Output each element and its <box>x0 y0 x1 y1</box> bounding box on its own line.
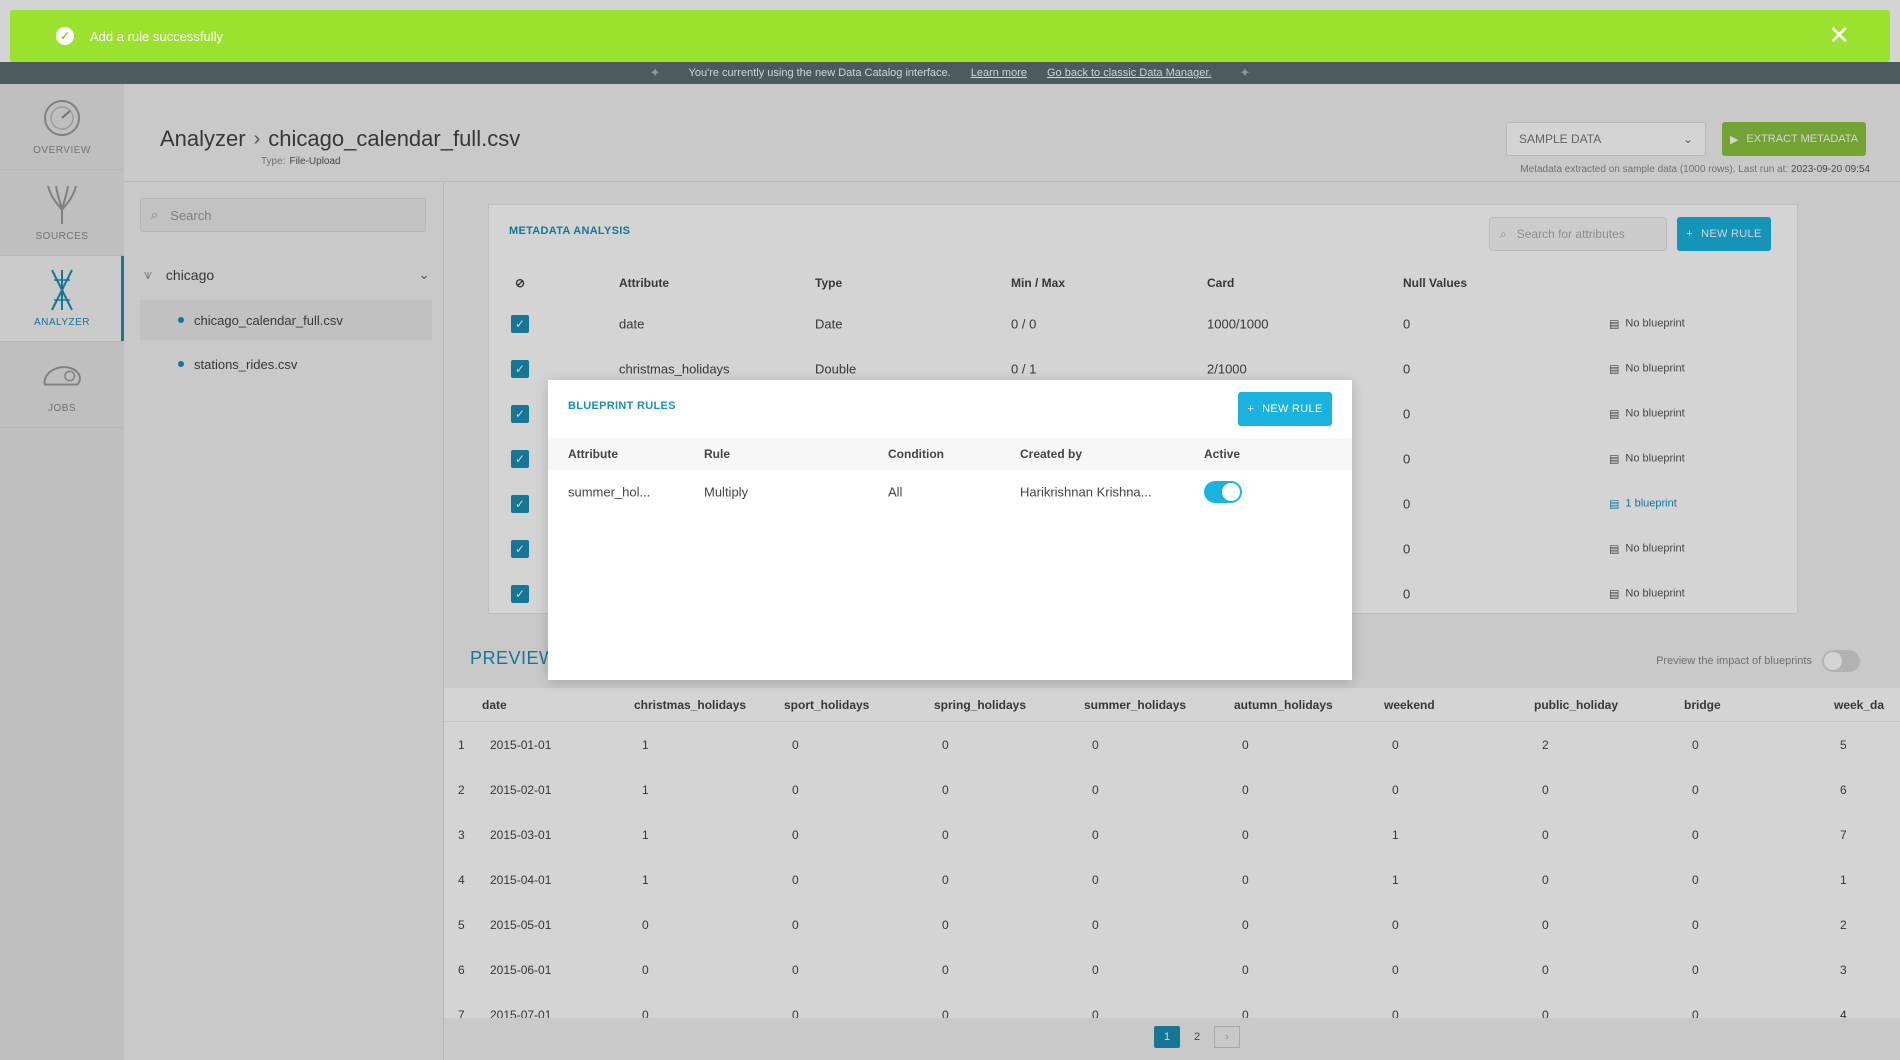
col-rule: Rule <box>704 447 731 461</box>
col-condition: Condition <box>888 447 944 461</box>
col-created-by: Created by <box>1020 447 1083 461</box>
interface-banner: ✦ You're currently using the new Data Ca… <box>0 62 1900 84</box>
sparkle-icon: ✦ <box>1239 65 1251 80</box>
blueprint-rule-row[interactable]: summer_hol... Multiply All Harikrishnan … <box>548 470 1352 514</box>
classic-manager-link[interactable]: Go back to classic Data Manager. <box>1047 67 1211 79</box>
toast-message: Add a rule successfully <box>90 28 223 44</box>
rule-active-toggle[interactable] <box>1204 481 1242 503</box>
rule-type: Multiply <box>704 484 749 500</box>
modal-new-rule-label: NEW RULE <box>1262 403 1323 415</box>
close-toast-icon[interactable]: ✕ <box>1828 22 1850 48</box>
rule-attribute: summer_hol... <box>568 484 651 500</box>
rule-condition: All <box>888 484 903 500</box>
check-circle-icon: ✓ <box>56 27 74 45</box>
plus-icon: + <box>1247 403 1255 415</box>
banner-text: You're currently using the new Data Cata… <box>688 67 951 79</box>
sparkle-icon: ✦ <box>649 65 661 80</box>
blueprint-rules-title: BLUEPRINT RULES <box>568 400 676 412</box>
blueprint-rules-modal: BLUEPRINT RULES + NEW RULE Attribute Rul… <box>548 380 1352 680</box>
success-toast: ✓ Add a rule successfully ✕ <box>10 10 1890 62</box>
col-attribute: Attribute <box>568 447 618 461</box>
rule-created-by: Harikrishnan Krishna... <box>1020 484 1152 500</box>
col-active: Active <box>1204 447 1241 461</box>
modal-new-rule-button[interactable]: + NEW RULE <box>1238 392 1332 426</box>
learn-more-link[interactable]: Learn more <box>971 67 1027 79</box>
blueprint-rules-header: Attribute Rule Condition Created by Acti… <box>548 438 1352 470</box>
